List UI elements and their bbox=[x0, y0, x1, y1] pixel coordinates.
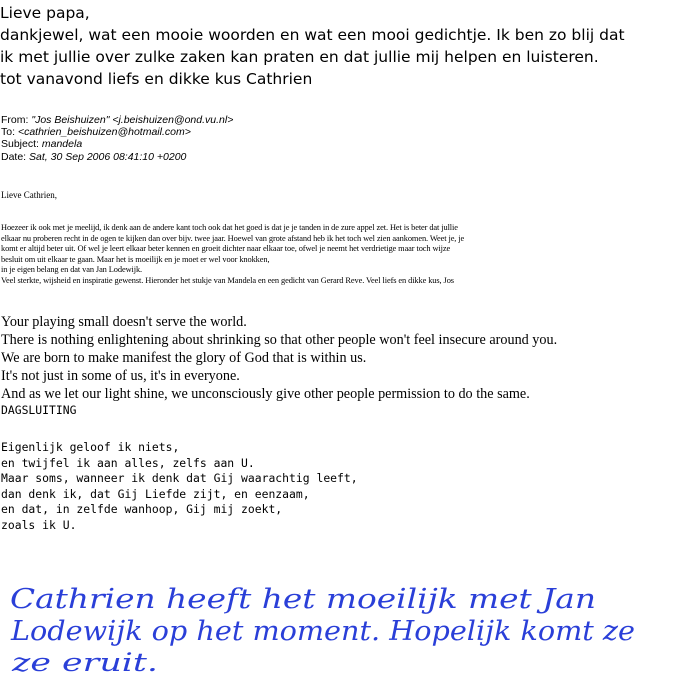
paragraph-line: in je eigen belang en dat van Jan Lodewi… bbox=[1, 265, 143, 275]
poem-line: Maar soms, wanneer ik denk dat Gij waara… bbox=[1, 471, 358, 486]
handwritten-line: Lodewijk op het moment. Hopelijk komt ze bbox=[10, 616, 635, 647]
quote-line: And as we let our light shine, we uncons… bbox=[1, 386, 530, 402]
subject-value: mandela bbox=[41, 138, 83, 151]
email-paragraph: Hoezeer ik ook met je meelijd, ik denk a… bbox=[1, 223, 601, 287]
from-row: From: "Jos Beishuizen" <j.beishuizen@ond… bbox=[1, 114, 233, 126]
poem-title: DAGSLUITING bbox=[1, 403, 77, 417]
handwritten-note: Cathrien heeft het moeilijk met Jan Lode… bbox=[10, 584, 635, 677]
from-label: From: bbox=[1, 114, 29, 126]
date-label: Date: bbox=[1, 150, 27, 163]
reply-line: Lieve papa, bbox=[0, 4, 90, 22]
reply-message: Lieve papa, dankjewel, wat een mooie woo… bbox=[0, 2, 690, 90]
to-value: <cathrien_beishuizen@hotmail.com> bbox=[17, 126, 191, 139]
email-header: From: "Jos Beishuizen" <j.beishuizen@ond… bbox=[1, 114, 233, 163]
paragraph-line: komt er altijd beter uit. Of wel je leer… bbox=[1, 244, 451, 254]
quote-line: There is nothing enlightening about shri… bbox=[1, 332, 558, 348]
paragraph-line: besluit om uit elkaar te gaan. Maar het … bbox=[1, 254, 270, 264]
to-label: To: bbox=[1, 126, 16, 139]
handwritten-line: Cathrien heeft het moeilijk met Jan bbox=[10, 584, 596, 615]
poem-line: dan denk ik, dat Gij Liefde zijt, en een… bbox=[1, 486, 310, 501]
quote-line: It's not just in some of us, it's in eve… bbox=[1, 368, 240, 384]
from-value: "Jos Beishuizen" <j.beishuizen@ond.vu.nl… bbox=[31, 114, 234, 126]
document-page: Lieve papa, dankjewel, wat een mooie woo… bbox=[0, 0, 697, 679]
paragraph-line: elkaar nu proberen recht in de ogen te k… bbox=[1, 233, 465, 243]
date-value: Sat, 30 Sep 2006 08:41:10 +0200 bbox=[29, 150, 187, 163]
quote-line: Your playing small doesn't serve the wor… bbox=[1, 314, 247, 330]
reply-line: dankjewel, wat een mooie woorden en wat … bbox=[0, 26, 625, 44]
email-greeting: Lieve Cathrien, bbox=[1, 190, 57, 200]
poem-line: zoals ik U. bbox=[1, 517, 77, 532]
poem-line: Eigenlijk geloof ik niets, bbox=[1, 440, 180, 454]
poem-line: en twijfel ik aan alles, zelfs aan U. bbox=[1, 455, 255, 470]
handwritten-line: ze eruit. bbox=[11, 648, 158, 677]
quote-line: We are born to make manifest the glory o… bbox=[1, 350, 367, 366]
subject-label: Subject: bbox=[1, 138, 39, 151]
mandela-quote: Your playing small doesn't serve the wor… bbox=[1, 313, 557, 403]
poem-line: en dat, in zelfde wanhoop, Gij mij zoekt… bbox=[1, 502, 283, 517]
poem: Eigenlijk geloof ik niets, en twijfel ik… bbox=[1, 440, 358, 534]
date-row: Date: Sat, 30 Sep 2006 08:41:10 +0200 bbox=[1, 151, 233, 163]
paragraph-line: Hoezeer ik ook met je meelijd, ik denk a… bbox=[1, 223, 458, 232]
to-row: To: <cathrien_beishuizen@hotmail.com> bbox=[1, 126, 233, 138]
reply-line: ik met jullie over zulke zaken kan prate… bbox=[0, 48, 599, 66]
subject-row: Subject: mandela bbox=[1, 138, 233, 150]
reply-line: tot vanavond liefs en dikke kus Cathrien bbox=[0, 70, 313, 88]
paragraph-line: Veel sterkte, wijsheid en inspiratie gew… bbox=[1, 275, 454, 285]
